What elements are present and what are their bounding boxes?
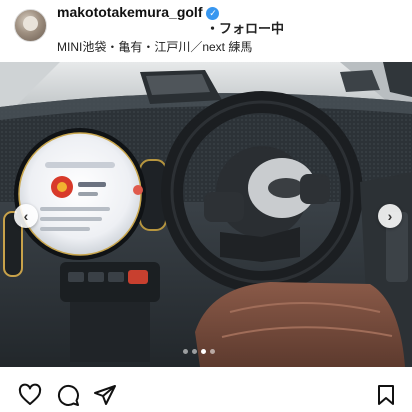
post-photo[interactable]: ‹ ›	[0, 62, 412, 367]
carousel-dot-active	[201, 349, 206, 354]
username-line: makototakemura_golf ✓	[57, 4, 347, 21]
following-button[interactable]: ・フォロー中	[206, 18, 284, 37]
post-header: makototakemura_golf ✓ ・フォロー中 MINI池袋・亀有・江戸…	[0, 0, 412, 62]
username[interactable]: makototakemura_golf	[57, 4, 202, 20]
carousel-dot	[192, 349, 197, 354]
send-icon[interactable]	[93, 383, 117, 407]
comment-icon[interactable]	[56, 383, 80, 407]
action-bar	[0, 367, 412, 412]
bookmark-icon[interactable]	[374, 383, 398, 407]
chevron-left-icon[interactable]: ‹	[14, 204, 38, 228]
carousel-indicator	[183, 349, 215, 354]
carousel-dot	[210, 349, 215, 354]
heart-icon[interactable]	[18, 383, 42, 407]
carousel-dot	[183, 349, 188, 354]
avatar[interactable]	[14, 9, 47, 42]
chevron-right-icon[interactable]: ›	[378, 204, 402, 228]
car-interior-image	[0, 62, 412, 367]
location-label[interactable]: MINI池袋・亀有・江戸川／next 練馬	[57, 38, 252, 55]
